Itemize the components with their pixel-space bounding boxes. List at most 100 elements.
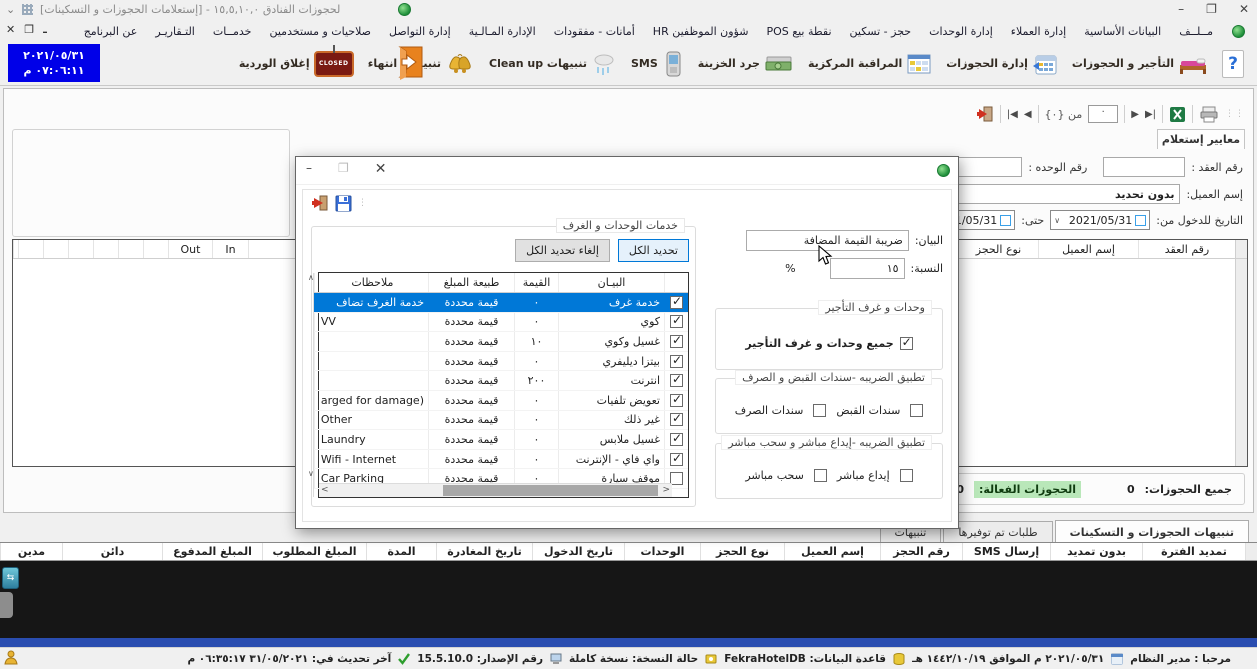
- nav-prev-icon[interactable]: ◀: [1024, 109, 1032, 120]
- header-type[interactable]: طبيعة المبلغ: [428, 273, 514, 292]
- col-amount-paid[interactable]: المبلغ المدفوع: [162, 543, 262, 560]
- treasury-count-button[interactable]: جرد الخزينة: [691, 44, 801, 84]
- service-row[interactable]: غسيل ملابس ٠ قيمة محددة Laundry: [314, 430, 688, 450]
- header-note[interactable]: ملاحظات: [314, 273, 428, 292]
- col-credit[interactable]: دائن: [62, 543, 162, 560]
- menu-hr[interactable]: شؤون الموظفين HR: [644, 22, 758, 41]
- nav-position-input[interactable]: ٠: [1088, 105, 1118, 123]
- rent-bookings-button[interactable]: التأجير و الحجوزات: [1065, 44, 1215, 84]
- contract-number-input[interactable]: [1103, 157, 1185, 177]
- direct-withdraw-checkbox[interactable]: [814, 469, 827, 482]
- row-checkbox[interactable]: [670, 453, 683, 466]
- scroll-right-icon[interactable]: >: [662, 485, 670, 495]
- save-icon[interactable]: [335, 195, 352, 212]
- col-out[interactable]: Out: [168, 240, 212, 258]
- menu-lost-found[interactable]: أمانات - مفقودات: [545, 22, 644, 41]
- exit-button[interactable]: [392, 44, 426, 83]
- dialog-minimize-button[interactable]: –: [306, 161, 312, 177]
- service-row[interactable]: انترنت ٢٠٠ قيمة محددة: [314, 371, 688, 391]
- excel-export-icon[interactable]: [1169, 106, 1186, 123]
- services-vscrollbar[interactable]: ∧ ∨: [313, 273, 314, 497]
- nav-first-icon[interactable]: |◀: [1007, 109, 1018, 120]
- direct-deposit-checkbox[interactable]: [900, 469, 913, 482]
- services-hscrollbar[interactable]: < >: [319, 483, 672, 497]
- col-send-sms[interactable]: إرسال SMS: [962, 543, 1050, 560]
- close-button[interactable]: ✕: [1239, 2, 1249, 16]
- print-icon[interactable]: [1199, 106, 1219, 123]
- select-all-button[interactable]: تحديد الكل: [618, 239, 689, 262]
- nav-next-icon[interactable]: ▶: [1131, 109, 1139, 120]
- col-extend-period[interactable]: تمديد الفترة: [1142, 543, 1245, 560]
- service-row[interactable]: واي فاي - الإنترنت ٠ قيمة محددة Wifi - I…: [314, 450, 688, 470]
- col-no-extend[interactable]: بدون تمديد: [1050, 543, 1142, 560]
- service-row[interactable]: خدمة غرف ٠ قيمة محددة خدمة الغرف تضاف: [314, 293, 688, 313]
- menu-basic-data[interactable]: البيانات الأساسية: [1075, 22, 1170, 41]
- manage-bookings-button[interactable]: إدارة الحجوزات: [939, 44, 1065, 84]
- row-checkbox[interactable]: [670, 355, 683, 368]
- central-monitor-button[interactable]: المراقبة المركزية: [801, 44, 939, 84]
- service-row[interactable]: بيتزا ديليفري ٠ قيمة محددة: [314, 352, 688, 372]
- cleanup-alerts-button[interactable]: تنبيهات Clean up: [482, 44, 624, 84]
- service-row[interactable]: كوي ٠ قيمة محددة VV: [314, 313, 688, 333]
- col-contract-number[interactable]: رقم العقد: [1138, 240, 1235, 258]
- menu-reports[interactable]: التـقاريـر: [146, 22, 204, 41]
- collapse-panel-icon[interactable]: ⇆: [2, 567, 19, 589]
- col-client-name[interactable]: إسم العميل: [1038, 240, 1138, 258]
- all-units-checkbox[interactable]: [900, 337, 913, 350]
- nav-last-icon[interactable]: ▶|: [1145, 109, 1156, 120]
- grid-handle-icon[interactable]: [22, 4, 33, 15]
- date-to-checkbox[interactable]: [1000, 215, 1011, 226]
- mdi-close-button[interactable]: ✕: [6, 23, 15, 36]
- row-checkbox[interactable]: [670, 296, 683, 309]
- col-booking-type[interactable]: نوع الحجز: [958, 240, 1038, 258]
- date-from-checkbox[interactable]: [1135, 215, 1146, 226]
- dialog-maximize-button[interactable]: ❐: [338, 161, 349, 177]
- header-name[interactable]: البيـان: [558, 273, 664, 292]
- service-row[interactable]: غير ذلك ٠ قيمة محددة Other: [314, 411, 688, 431]
- dialog-close-button[interactable]: ✕: [375, 161, 387, 177]
- menu-booking[interactable]: حجز - تسكين: [841, 22, 921, 41]
- mdi-restore-button[interactable]: ❐: [24, 23, 34, 36]
- row-checkbox[interactable]: [670, 335, 683, 348]
- help-button[interactable]: ?: [1215, 44, 1251, 84]
- chevron-down-icon[interactable]: ⌄: [6, 3, 15, 16]
- col-in[interactable]: In: [212, 240, 248, 258]
- row-checkbox[interactable]: [670, 413, 683, 426]
- col-type[interactable]: نوع الحجز: [700, 543, 784, 560]
- col-checkin-date[interactable]: تاريخ الدخول: [532, 543, 624, 560]
- scroll-left-icon[interactable]: <: [321, 485, 329, 495]
- receipt-vouchers-checkbox[interactable]: [910, 404, 923, 417]
- header-value[interactable]: القيمة: [514, 273, 558, 292]
- rate-input[interactable]: ١٥: [830, 258, 905, 279]
- maximize-button[interactable]: ❐: [1206, 2, 1217, 16]
- col-amount-due[interactable]: المبلغ المطلوب: [262, 543, 366, 560]
- row-checkbox[interactable]: [670, 394, 683, 407]
- col-client[interactable]: إسم العميل: [784, 543, 880, 560]
- tab-booking-alerts[interactable]: تنبيهات الحجوزات و التسكينات: [1055, 520, 1249, 542]
- menu-units[interactable]: إدارة الوحدات: [920, 22, 1002, 41]
- service-row[interactable]: تعويض تلفيات ٠ قيمة محددة arged for dama…: [314, 391, 688, 411]
- hscroll-thumb[interactable]: [443, 485, 658, 496]
- menu-permissions[interactable]: صلاحيات و مستخدمين: [260, 22, 380, 41]
- col-debit[interactable]: مدين: [0, 543, 62, 560]
- sms-button[interactable]: SMS: [624, 44, 691, 84]
- menu-file[interactable]: مــلــف: [1170, 22, 1222, 41]
- dialog-exit-icon[interactable]: [311, 194, 329, 212]
- deselect-all-button[interactable]: إلغاء تحديد الكل: [515, 239, 610, 262]
- side-drag-handle[interactable]: [0, 592, 13, 618]
- col-checkout-date[interactable]: تاريخ المغادرة: [436, 543, 532, 560]
- date-from-combo[interactable]: 2021/05/31 ∨: [1050, 210, 1150, 230]
- col-duration[interactable]: المدة: [366, 543, 436, 560]
- menu-pos[interactable]: نقطة بيع POS: [757, 22, 840, 41]
- row-checkbox[interactable]: [670, 374, 683, 387]
- mdi-minimize-button[interactable]: ـ: [43, 23, 47, 36]
- service-row[interactable]: غسيل وكوي ١٠ قيمة محددة: [314, 332, 688, 352]
- col-booking-number[interactable]: رقم الحجز: [880, 543, 962, 560]
- row-checkbox[interactable]: [670, 315, 683, 328]
- col-units[interactable]: الوحدات: [624, 543, 700, 560]
- minimize-button[interactable]: –: [1178, 2, 1184, 16]
- menu-finance[interactable]: الإدارة المـالـية: [460, 22, 545, 41]
- tab-fulfilled-requests[interactable]: طلبات تم توفيرها: [943, 521, 1052, 542]
- query-criteria-tab[interactable]: معايير إستعلام: [1157, 129, 1245, 149]
- menu-communication[interactable]: إدارة التواصل: [380, 22, 460, 41]
